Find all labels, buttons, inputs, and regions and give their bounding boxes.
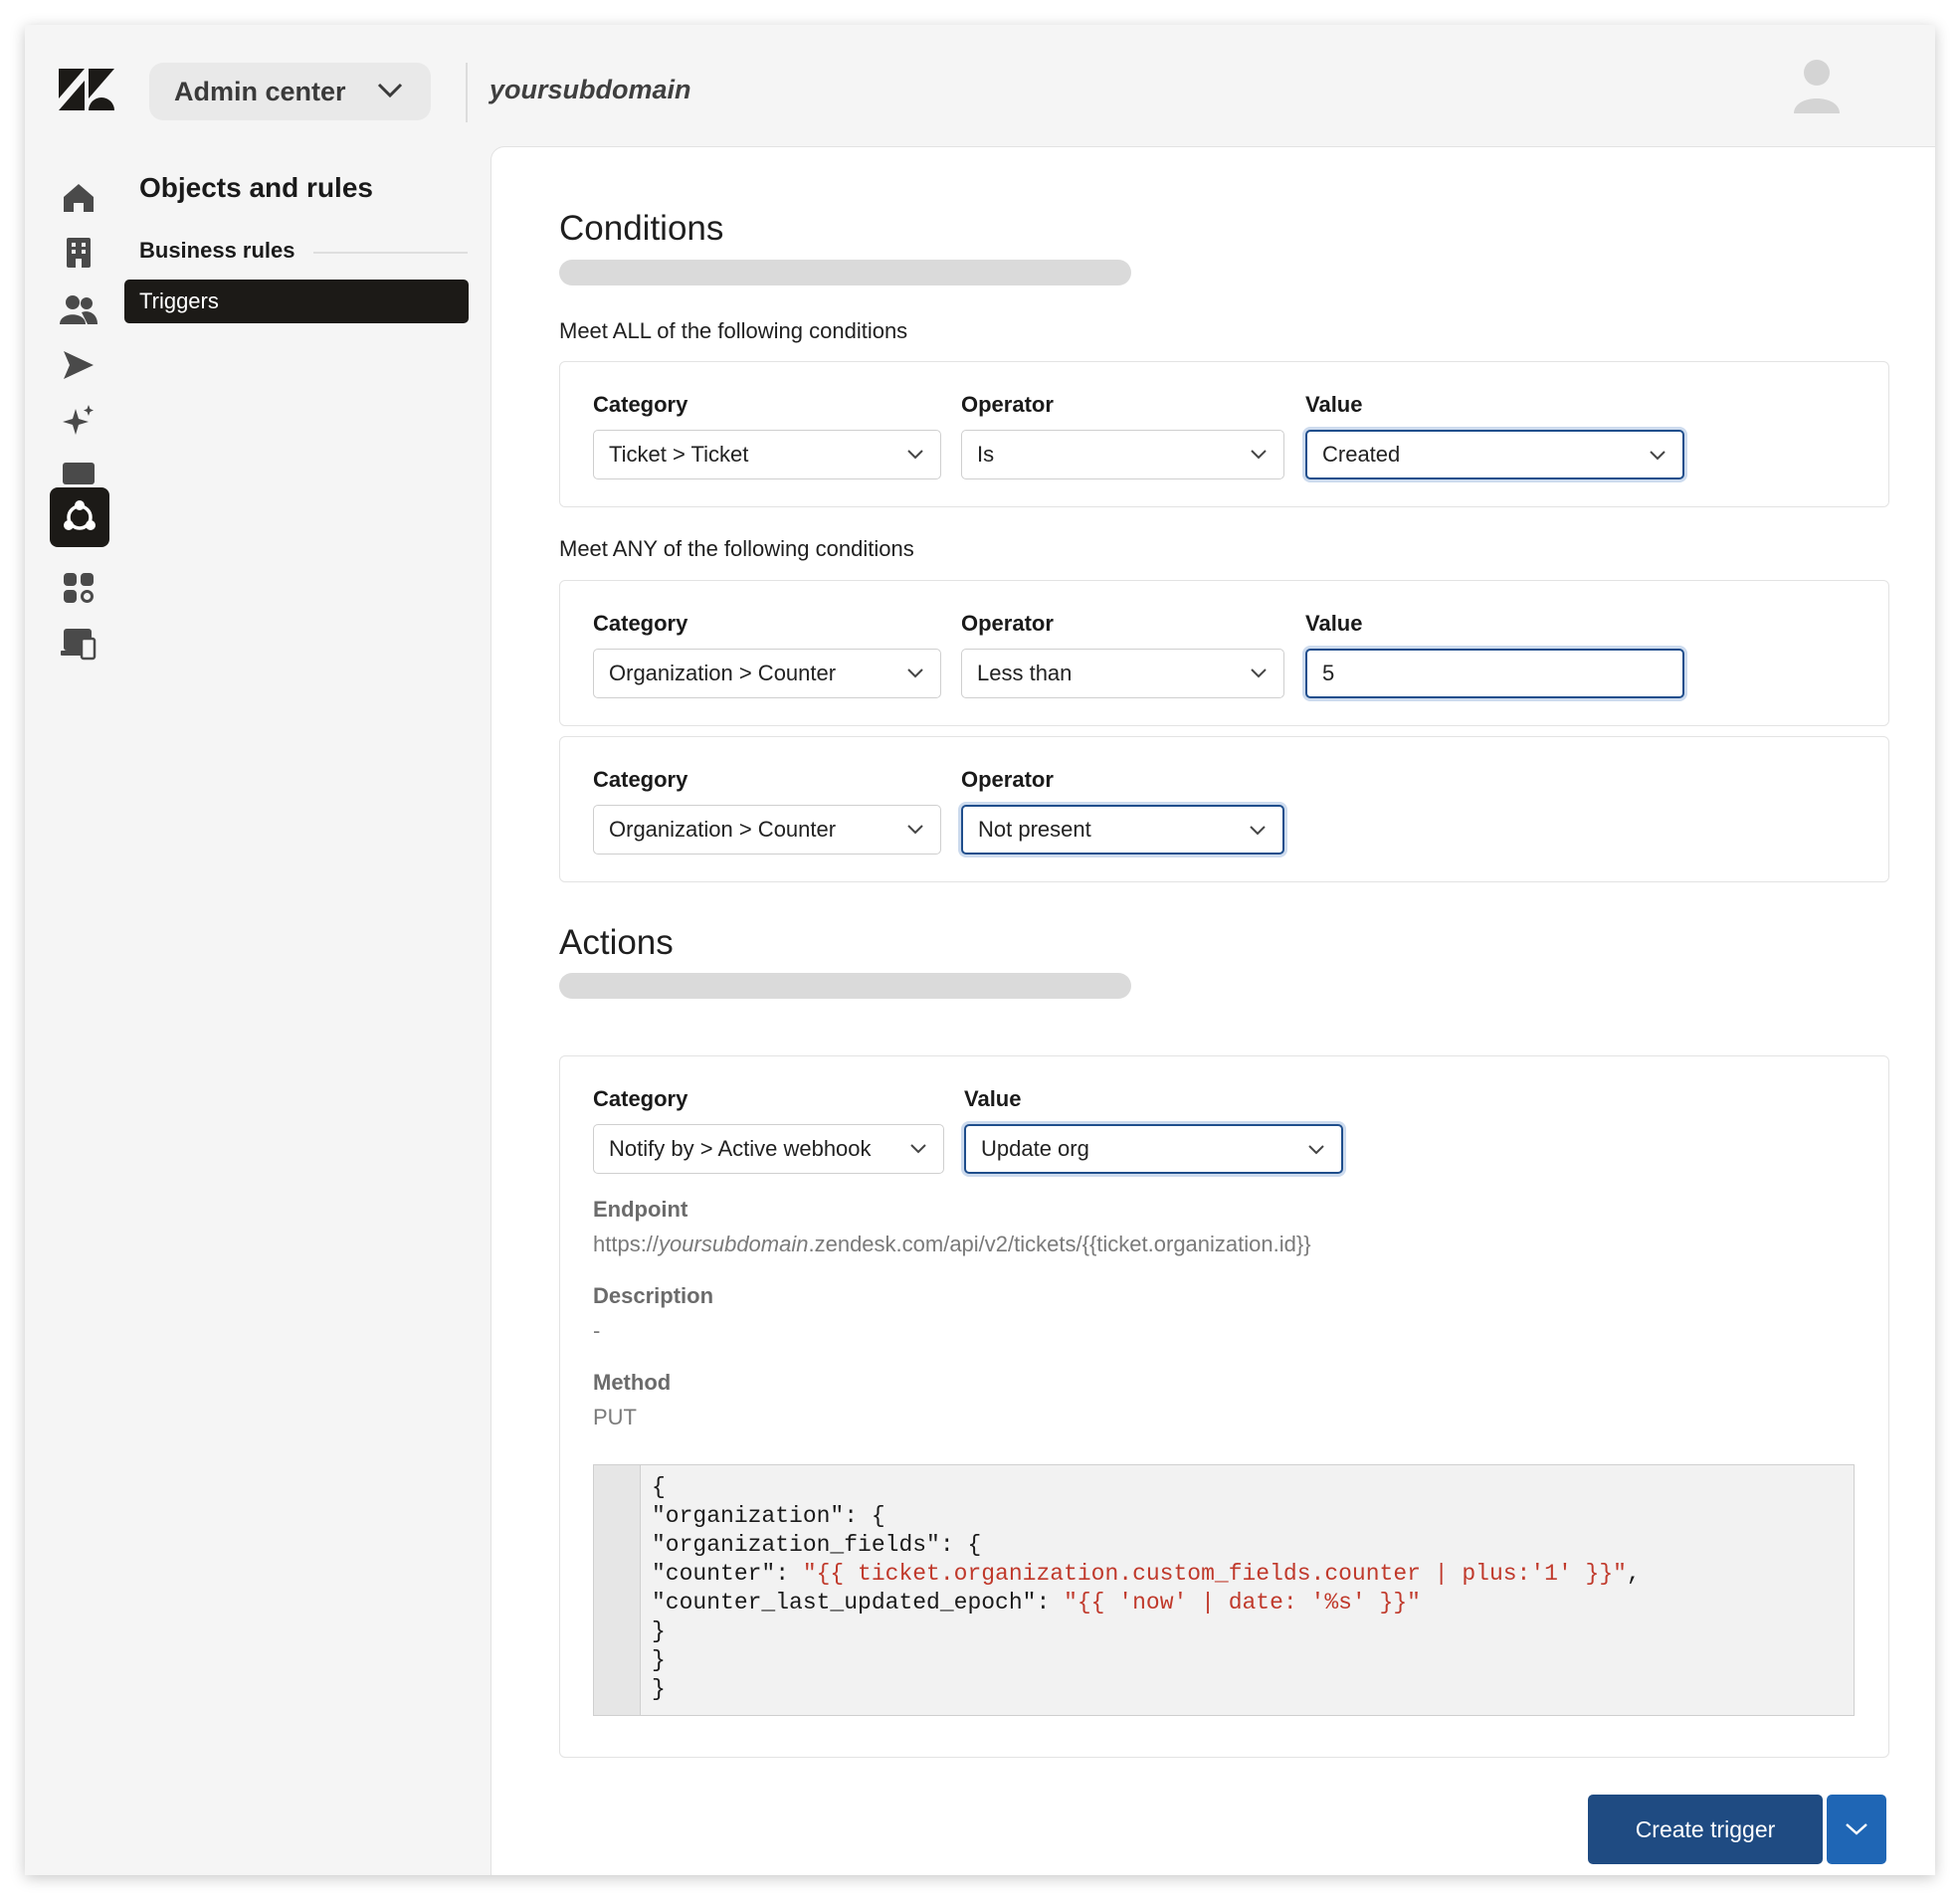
home-icon[interactable]	[55, 174, 102, 222]
operator-select[interactable]: Less than	[961, 649, 1284, 698]
json-body-code: { "organization": { "organization_fields…	[652, 1473, 1641, 1704]
sparkle-icon[interactable]	[55, 397, 102, 445]
category-select-value: Organization > Counter	[609, 661, 837, 685]
method-value: PUT	[593, 1405, 637, 1429]
code-string: "{{ ticket.organization.custom_fields.co…	[802, 1561, 1627, 1587]
chevron-down-icon	[910, 1144, 926, 1154]
nav-section-divider	[313, 252, 468, 254]
conditions-heading: Conditions	[559, 209, 724, 248]
editor-gutter	[594, 1465, 641, 1715]
code-line: }	[652, 1676, 666, 1702]
user-avatar-icon[interactable]	[1792, 58, 1842, 113]
category-select[interactable]: Ticket > Ticket	[593, 430, 941, 479]
building-icon[interactable]	[55, 229, 102, 277]
product-switcher[interactable]: Admin center	[149, 63, 431, 120]
operator-select-value: Not present	[978, 817, 1091, 842]
code-line: {	[652, 1474, 666, 1500]
operator-select-value: Less than	[977, 661, 1073, 685]
devices-icon[interactable]	[55, 620, 102, 667]
create-trigger-menu-button[interactable]	[1827, 1795, 1886, 1864]
apps-icon[interactable]	[55, 564, 102, 612]
all-conditions-label: Meet ALL of the following conditions	[559, 318, 908, 343]
conditions-placeholder-bar	[559, 260, 1131, 285]
json-body-editor[interactable]: { "organization": { "organization_fields…	[593, 1464, 1855, 1716]
zendesk-logo[interactable]	[59, 69, 114, 110]
account-subdomain: yoursubdomain	[490, 75, 691, 104]
create-trigger-label: Create trigger	[1635, 1815, 1776, 1842]
category-select-value: Ticket > Ticket	[609, 442, 749, 467]
chevron-down-icon	[1250, 826, 1266, 836]
chevron-down-icon	[907, 668, 923, 678]
category-label: Category	[593, 1086, 688, 1111]
chevron-down-icon	[1251, 668, 1267, 678]
actions-heading: Actions	[559, 923, 674, 962]
endpoint-subdomain: yoursubdomain	[659, 1232, 809, 1256]
value-input[interactable]: 5	[1305, 649, 1684, 698]
action-category-value: Notify by > Active webhook	[609, 1136, 872, 1161]
nav-item-label: Triggers	[139, 288, 219, 313]
code-line: "organization": {	[652, 1503, 885, 1529]
code-line: }	[652, 1647, 666, 1673]
condition-row-any-2: Category Operator Organization > Counter…	[559, 736, 1889, 882]
chevron-down-icon	[1650, 451, 1666, 461]
actions-placeholder-bar	[559, 973, 1131, 999]
operator-label: Operator	[961, 392, 1054, 417]
endpoint-prefix: https://	[593, 1232, 660, 1256]
category-select-value: Organization > Counter	[609, 817, 837, 842]
any-conditions-label: Meet ANY of the following conditions	[559, 536, 914, 561]
value-label: Value	[1305, 392, 1363, 417]
condition-row-any-1: Category Operator Value Organization > C…	[559, 580, 1889, 726]
category-label: Category	[593, 392, 688, 417]
endpoint-suffix: .zendesk.com/api/v2/tickets/{{ticket.org…	[808, 1232, 1311, 1256]
chevron-down-icon	[907, 825, 923, 835]
main-panel: Conditions Meet ALL of the following con…	[490, 146, 1935, 1875]
product-switcher-label: Admin center	[174, 76, 346, 106]
operator-select-value: Is	[977, 442, 995, 467]
code-string: "{{ 'now' | date: '%s' }}"	[1064, 1590, 1421, 1616]
action-category-select[interactable]: Notify by > Active webhook	[593, 1124, 944, 1174]
create-trigger-button[interactable]: Create trigger	[1588, 1795, 1823, 1864]
description-label: Description	[593, 1283, 714, 1308]
chevron-down-icon	[1308, 1145, 1324, 1155]
webhook-select[interactable]: Update org	[964, 1124, 1343, 1174]
action-row-1: Category Value Notify by > Active webhoo…	[559, 1055, 1889, 1758]
category-label: Category	[593, 611, 688, 636]
endpoint-label: Endpoint	[593, 1197, 688, 1222]
nav-title: Objects and rules	[139, 172, 373, 203]
value-label: Value	[1305, 611, 1363, 636]
endpoint-value: https://yoursubdomain.zendesk.com/api/v2…	[593, 1232, 1311, 1257]
people-icon[interactable]	[55, 285, 102, 333]
chevron-down-icon	[377, 83, 403, 98]
operator-select[interactable]: Is	[961, 430, 1284, 479]
value-label: Value	[964, 1086, 1022, 1111]
header-divider	[466, 63, 468, 122]
value-select-value: Created	[1322, 442, 1401, 467]
operator-select[interactable]: Not present	[961, 805, 1284, 855]
value-input-text: 5	[1322, 661, 1335, 685]
chevron-down-icon	[907, 450, 923, 460]
category-select[interactable]: Organization > Counter	[593, 649, 941, 698]
chevron-down-icon	[1251, 450, 1267, 460]
condition-row-all-1: Category Operator Value Ticket > Ticket …	[559, 361, 1889, 507]
method-label: Method	[593, 1370, 672, 1395]
code-key: "counter_last_updated_epoch":	[652, 1590, 1065, 1616]
operator-label: Operator	[961, 611, 1054, 636]
code-line: "organization_fields": {	[652, 1532, 982, 1558]
nav-section-business-rules: Business rules	[139, 238, 295, 263]
category-select[interactable]: Organization > Counter	[593, 805, 941, 855]
chevron-down-icon	[1846, 1823, 1867, 1835]
objects-rules-icon[interactable]	[50, 487, 109, 547]
description-value: -	[593, 1318, 601, 1343]
webhook-select-value: Update org	[981, 1136, 1089, 1161]
operator-label: Operator	[961, 767, 1054, 792]
category-label: Category	[593, 767, 688, 792]
code-line: }	[652, 1618, 666, 1644]
code-key: "counter":	[652, 1561, 803, 1587]
nav-item-triggers[interactable]: Triggers	[124, 280, 469, 323]
app-window: Admin center yoursubdomain Objects and r…	[25, 25, 1935, 1875]
value-select[interactable]: Created	[1305, 430, 1684, 479]
send-icon[interactable]	[55, 341, 102, 389]
code-punct: ,	[1626, 1561, 1641, 1587]
